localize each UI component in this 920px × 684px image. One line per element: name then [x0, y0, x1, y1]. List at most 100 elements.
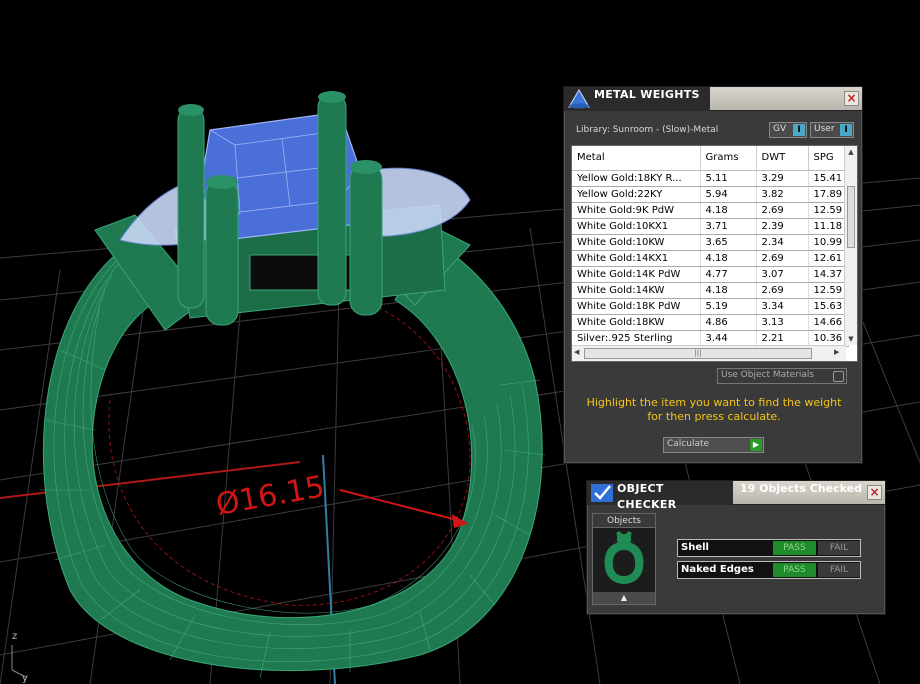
table-cell: White Gold:14KW — [572, 282, 701, 299]
table-cell: 15.41 — [808, 170, 849, 187]
metal-table[interactable]: Metal Grams DWT SPG Yellow Gold:18KY R..… — [571, 145, 858, 362]
table-cell: Yellow Gold:18KY R... — [572, 170, 701, 187]
user-dropdown[interactable]: User I — [810, 122, 854, 138]
library-label: Library: Sunroom - (Slow)-Metal — [576, 125, 719, 135]
table-cell: 12.61 — [808, 250, 849, 267]
table-row[interactable]: White Gold:9K PdW 4.18 2.69 12.59 — [572, 202, 849, 219]
table-cell: 12.59 — [808, 282, 849, 299]
table-cell: 14.66 — [808, 314, 849, 331]
table-cell: 3.71 — [700, 218, 757, 235]
fail-button[interactable]: FAIL — [818, 541, 860, 555]
table-cell: White Gold:10KX1 — [572, 218, 701, 235]
prong — [317, 94, 347, 306]
table-cell: 5.94 — [700, 186, 757, 203]
metal-weights-titlebar[interactable]: METAL WEIGHTS × — [564, 87, 862, 111]
fail-button[interactable]: FAIL — [818, 563, 860, 577]
table-cell: White Gold:14K PdW — [572, 266, 701, 283]
object-checker-title: OBJECT CHECKER — [617, 482, 677, 511]
check-shell: Shell PASS FAIL — [677, 539, 861, 557]
table-cell: 2.21 — [756, 330, 809, 347]
svg-text:z: z — [12, 631, 17, 642]
table-cell: 3.07 — [756, 266, 809, 283]
metal-weights-title: METAL WEIGHTS — [594, 88, 700, 101]
table-cell: Yellow Gold:22KY — [572, 186, 701, 203]
table-cell: Silver:.925 Sterling — [572, 330, 701, 347]
pass-button[interactable]: PASS — [773, 563, 816, 577]
gv-dropdown[interactable]: GV I — [769, 122, 807, 138]
table-cell: 17.89 — [808, 186, 849, 203]
play-icon: ▶ — [750, 439, 762, 451]
table-row[interactable]: White Gold:10KW 3.65 2.34 10.99 — [572, 234, 849, 251]
table-cell: 10.99 — [808, 234, 849, 251]
column-header-dwt[interactable]: DWT — [756, 146, 809, 171]
table-row[interactable]: White Gold:18K PdW 5.19 3.34 15.63 — [572, 298, 849, 315]
table-cell: 2.69 — [756, 282, 809, 299]
objects-label: Objects — [593, 514, 655, 528]
table-cell: 4.18 — [700, 250, 757, 267]
table-cell: 4.18 — [700, 282, 757, 299]
table-cell: 11.18 — [808, 218, 849, 235]
table-cell: 5.11 — [700, 170, 757, 187]
table-cell: 14.37 — [808, 266, 849, 283]
table-row[interactable]: White Gold:14KW 4.18 2.69 12.59 — [572, 282, 849, 299]
objects-checked-status: 19 Objects Checked — [740, 482, 862, 495]
horizontal-scrollbar[interactable]: ◀ ||| ▶ — [572, 345, 846, 361]
checkbox-icon — [833, 371, 844, 382]
table-cell: White Gold:10KW — [572, 234, 701, 251]
table-row[interactable]: White Gold:10KX1 3.71 2.39 11.18 — [572, 218, 849, 235]
table-row[interactable]: White Gold:14KX1 4.18 2.69 12.61 — [572, 250, 849, 267]
table-row[interactable]: Yellow Gold:18KY R... 5.11 3.29 15.41 — [572, 170, 849, 187]
column-header-metal[interactable]: Metal — [572, 146, 701, 171]
calculate-hint: Highlight the item you want to find the … — [586, 396, 842, 423]
close-button[interactable]: × — [844, 91, 859, 106]
close-button[interactable]: × — [867, 485, 882, 500]
axis-gizmo: z y — [11, 631, 28, 684]
table-cell: White Gold:18K PdW — [572, 298, 701, 315]
table-cell: 2.69 — [756, 202, 809, 219]
table-cell: 3.13 — [756, 314, 809, 331]
table-cell: 4.86 — [700, 314, 757, 331]
pass-button[interactable]: PASS — [773, 541, 816, 555]
check-naked-edges: Naked Edges PASS FAIL — [677, 561, 861, 579]
calculate-button[interactable]: Calculate ▶ — [663, 437, 764, 453]
cone-icon — [568, 89, 590, 109]
use-object-materials-checkbox[interactable]: Use Object Materials — [717, 368, 847, 384]
dimension-annotation: Ø16.15 — [213, 469, 468, 528]
svg-text:y: y — [22, 673, 28, 684]
column-header-spg[interactable]: SPG — [808, 146, 849, 171]
table-cell: 2.69 — [756, 250, 809, 267]
table-cell: 3.34 — [756, 298, 809, 315]
table-cell: 4.77 — [700, 266, 757, 283]
table-cell: White Gold:18KW — [572, 314, 701, 331]
prong — [177, 107, 205, 309]
table-cell: 15.63 — [808, 298, 849, 315]
chevron-down-icon: I — [793, 124, 805, 136]
metal-weights-panel: METAL WEIGHTS × Library: Sunroom - (Slow… — [563, 86, 863, 464]
checkmark-icon — [591, 484, 613, 502]
table-row[interactable]: Yellow Gold:22KY 5.94 3.82 17.89 — [572, 186, 849, 203]
column-header-grams[interactable]: Grams — [700, 146, 757, 171]
chevron-down-icon: I — [840, 124, 852, 136]
table-cell: 4.18 — [700, 202, 757, 219]
table-cell: White Gold:9K PdW — [572, 202, 701, 219]
table-cell: White Gold:14KX1 — [572, 250, 701, 267]
table-cell: 3.65 — [700, 234, 757, 251]
table-row[interactable]: White Gold:18KW 4.86 3.13 14.66 — [572, 314, 849, 331]
table-cell: 2.34 — [756, 234, 809, 251]
object-checker-panel: OBJECT CHECKER 19 Objects Checked × Obje… — [586, 480, 886, 615]
table-cell: 3.82 — [756, 186, 809, 203]
table-row[interactable]: White Gold:14K PdW 4.77 3.07 14.37 — [572, 266, 849, 283]
table-cell: 2.39 — [756, 218, 809, 235]
table-cell: 3.44 — [700, 330, 757, 347]
prong — [349, 164, 383, 316]
vertical-scrollbar[interactable]: ▲ ▼ — [844, 146, 857, 345]
table-row[interactable]: Silver:.925 Sterling 3.44 2.21 10.36 — [572, 330, 849, 347]
table-cell: 3.29 — [756, 170, 809, 187]
ring-model[interactable] — [40, 91, 546, 679]
table-cell: 10.36 — [808, 330, 849, 347]
table-cell: 12.59 — [808, 202, 849, 219]
table-cell: 5.19 — [700, 298, 757, 315]
objects-preview[interactable]: Objects ▲ — [592, 513, 656, 605]
expand-icon[interactable]: ▲ — [593, 592, 655, 604]
object-checker-titlebar[interactable]: OBJECT CHECKER 19 Objects Checked × — [587, 481, 885, 511]
